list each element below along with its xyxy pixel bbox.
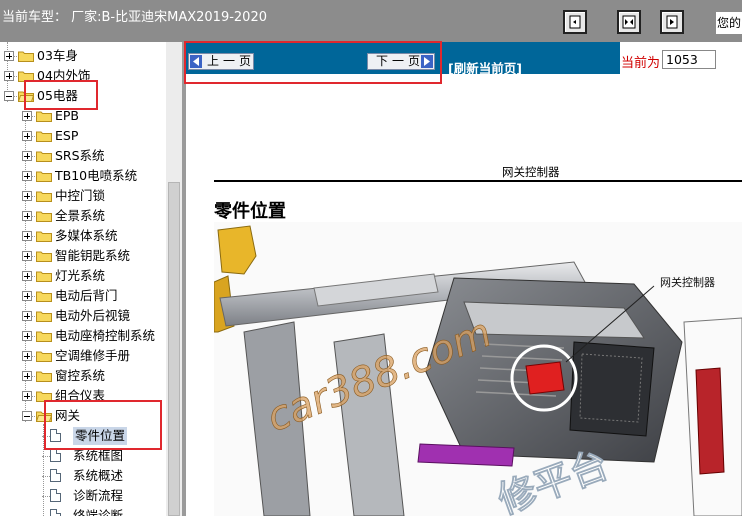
top-bar: 当前车型： 厂家:B-比亚迪宋MAX2019-2020 您的 [0, 0, 742, 42]
folder-icon [18, 51, 34, 62]
folder-icon [36, 271, 52, 282]
folder-icon [36, 331, 52, 342]
page-double-icon [622, 15, 636, 29]
tree-item-label: 系统概述 [73, 468, 124, 483]
folder-icon [36, 251, 52, 262]
tree-item-label: 多媒体系统 [55, 228, 118, 243]
highlight-page-nav [184, 41, 442, 84]
tree-scrollbar-thumb[interactable] [168, 182, 180, 516]
vehicle-title: 当前车型： 厂家:B-比亚迪宋MAX2019-2020 [2, 10, 267, 25]
document-header-rule [214, 180, 742, 182]
document-icon [50, 509, 61, 516]
current-page-label: 当前为 [621, 56, 661, 71]
document-page-title: 网关控制器 [502, 165, 560, 179]
folder-icon [36, 211, 52, 222]
tree-item-label: 电动后背门 [55, 288, 118, 303]
tree-item-label: 电动座椅控制系统 [55, 328, 156, 343]
folder-icon [36, 291, 52, 302]
tree-item-label: ESP [55, 128, 79, 143]
tree-item-label: 终端诊断 [73, 508, 124, 516]
tree-item-label: 中控门锁 [55, 188, 106, 203]
tree-item-label: 灯光系统 [55, 268, 106, 283]
folder-icon [36, 131, 52, 142]
folder-icon [36, 371, 52, 382]
folder-icon [36, 231, 52, 242]
document-icon [50, 489, 61, 502]
highlight-gateway [44, 400, 162, 450]
component-location-diagram: 网关控制器 car388.com 修平台 [214, 222, 742, 516]
folder-icon [36, 151, 52, 162]
folder-icon [36, 311, 52, 322]
tree-item-label: 03车身 [37, 48, 78, 63]
page-fit-icon [666, 15, 678, 29]
current-page-input[interactable] [662, 50, 716, 69]
welcome-text: 您的 [716, 12, 742, 34]
tree-item-label: 电动外后视镜 [55, 308, 131, 323]
highlight-05-electrical [24, 80, 98, 110]
fit-page-button[interactable] [660, 10, 684, 34]
tree-item-label: TB10电喷系统 [55, 168, 138, 183]
callout-label: 网关控制器 [660, 275, 715, 289]
tree-scrollbar[interactable] [166, 42, 182, 516]
section-heading: 零件位置 [214, 201, 286, 222]
document-icon [50, 469, 61, 482]
double-page-button[interactable] [617, 10, 641, 34]
folder-icon [36, 171, 52, 182]
tree-item-label: 智能钥匙系统 [55, 248, 131, 263]
tree-item-label: SRS系统 [55, 148, 105, 163]
single-page-button[interactable] [563, 10, 587, 34]
tree-item-label: 空调维修手册 [55, 348, 131, 363]
tree-item-label: 窗控系统 [55, 368, 106, 383]
document-icon [50, 449, 61, 462]
folder-icon [36, 351, 52, 362]
folder-icon [36, 191, 52, 202]
tree-item-label: 诊断流程 [73, 488, 124, 503]
tree-item-label: 全景系统 [55, 208, 106, 223]
folder-icon [36, 111, 52, 122]
page-single-icon [569, 15, 581, 29]
